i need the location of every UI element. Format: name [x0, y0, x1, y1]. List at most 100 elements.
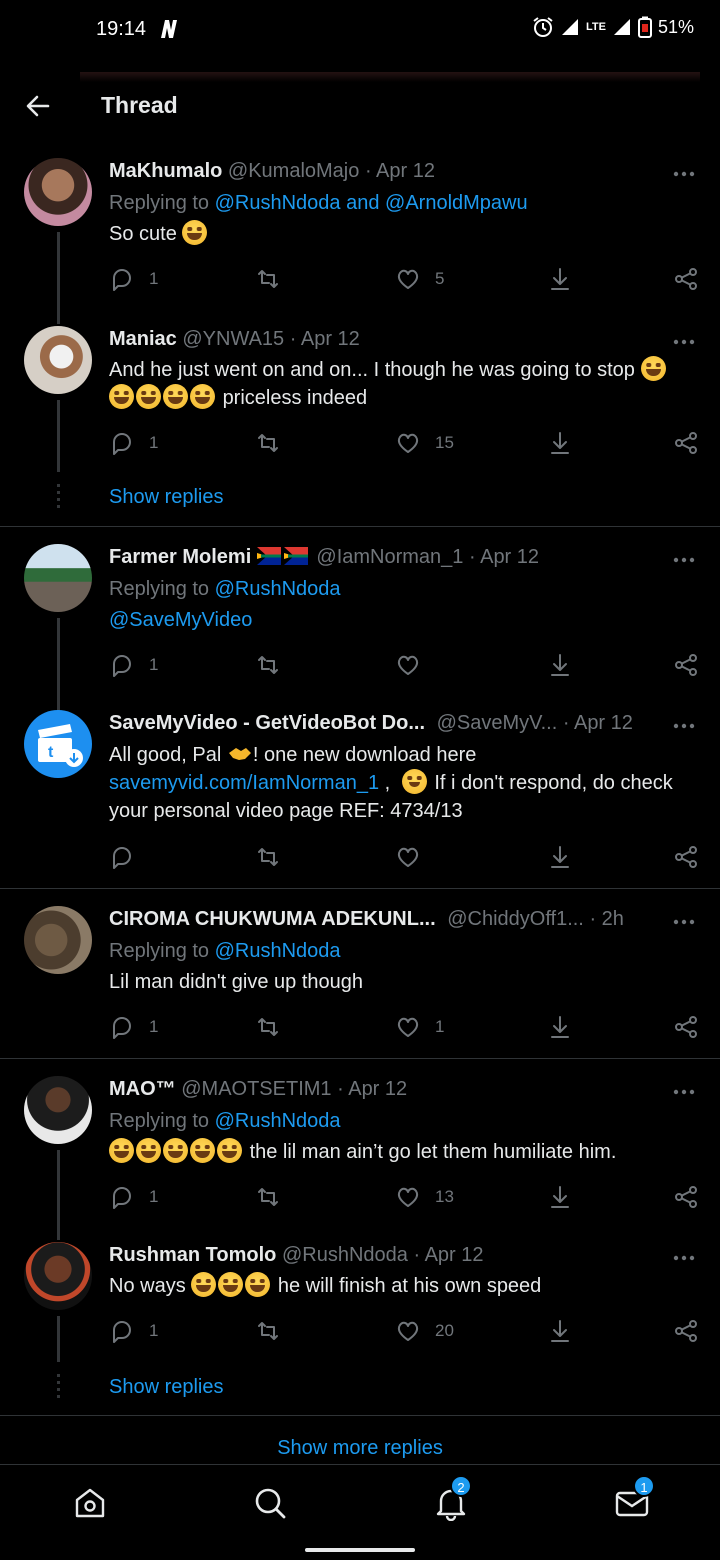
avatar[interactable]: [24, 1076, 92, 1144]
laughing-emoji-icon: [218, 1272, 244, 1297]
retweet-button[interactable]: [255, 1184, 295, 1210]
divider: [0, 1058, 720, 1059]
download-icon: [551, 846, 569, 868]
handle[interactable]: @SaveMyV...: [437, 712, 558, 734]
show-replies-link[interactable]: Show replies: [109, 486, 224, 509]
thread-dotted-connector: [57, 1374, 60, 1400]
share-button[interactable]: [673, 652, 699, 678]
more-options-icon[interactable]: [672, 918, 696, 926]
like-button[interactable]: 15: [395, 430, 454, 456]
more-options-icon[interactable]: [672, 170, 696, 178]
like-button[interactable]: [395, 652, 435, 678]
more-options-icon[interactable]: [672, 1088, 696, 1096]
like-button[interactable]: 1: [395, 1014, 444, 1040]
like-button[interactable]: 5: [395, 266, 444, 292]
display-name[interactable]: Farmer Molemi: [109, 546, 251, 568]
tweet-meta: MAO™ @MAOTSETIM1 · Apr 12: [109, 1078, 696, 1101]
reply-button[interactable]: 1: [109, 1318, 158, 1344]
reply-button[interactable]: [109, 844, 149, 870]
tweet-text-line: he will finish at his own speed: [277, 1275, 542, 1297]
retweet-button[interactable]: [255, 652, 295, 678]
header-shadow: [80, 72, 700, 82]
search-icon[interactable]: [252, 1485, 288, 1521]
show-more-replies-link[interactable]: Show more replies: [0, 1437, 720, 1460]
like-count: 13: [435, 1187, 454, 1206]
battery-percent: 51%: [657, 16, 694, 37]
handle[interactable]: @KumaloMajo: [228, 160, 359, 182]
download-icon: [551, 1186, 569, 1208]
laughing-emoji-icon: [640, 356, 666, 381]
like-button[interactable]: 20: [395, 1318, 454, 1344]
retweet-icon: [258, 434, 278, 452]
avatar[interactable]: [24, 906, 92, 974]
more-options-icon[interactable]: [672, 722, 696, 730]
video-link[interactable]: savemyvid.com/IamNorman_1: [109, 772, 379, 794]
avatar[interactable]: [24, 158, 92, 226]
display-name[interactable]: MaKhumalo: [109, 160, 222, 182]
like-button[interactable]: 13: [395, 1184, 454, 1210]
handle[interactable]: @YNWA15: [182, 328, 284, 350]
replying-to-mentions[interactable]: @RushNdoda: [215, 578, 341, 600]
share-button[interactable]: [673, 1318, 699, 1344]
reply-button[interactable]: 1: [109, 1014, 158, 1040]
download-button[interactable]: [547, 430, 573, 456]
display-name[interactable]: CIROMA CHUKWUMA ADEKUNL...: [109, 908, 436, 930]
retweet-button[interactable]: [255, 844, 295, 870]
reply-button[interactable]: 1: [109, 1184, 158, 1210]
reply-icon: [113, 433, 131, 455]
handle[interactable]: @ChiddyOff1...: [447, 908, 584, 930]
replying-prefix: Replying to: [109, 192, 210, 214]
avatar[interactable]: [24, 1242, 92, 1310]
display-name[interactable]: SaveMyVideo - GetVideoBot Do...: [109, 712, 425, 734]
retweet-button[interactable]: [255, 430, 295, 456]
avatar[interactable]: [24, 544, 92, 612]
replying-to-mentions[interactable]: @RushNdoda and @ArnoldMpawu: [215, 192, 528, 214]
retweet-button[interactable]: [255, 1014, 295, 1040]
more-options-icon[interactable]: [672, 556, 696, 564]
mention-link[interactable]: @SaveMyVideo: [109, 609, 252, 631]
reply-button[interactable]: 1: [109, 430, 158, 456]
display-name[interactable]: MAO™: [109, 1078, 176, 1100]
download-icon: [551, 432, 569, 454]
tweet-text-line: And he just went on and on... I though h…: [109, 359, 635, 381]
tweet-actions: 1 13: [109, 1184, 699, 1214]
laughing-emoji-icon: [245, 1272, 271, 1297]
share-button[interactable]: [673, 266, 699, 292]
handle[interactable]: @IamNorman_1: [316, 546, 463, 568]
gesture-home-bar[interactable]: [305, 1548, 415, 1552]
display-name[interactable]: Maniac: [109, 328, 177, 350]
replying-to-mentions[interactable]: @RushNdoda: [215, 940, 341, 962]
reply-count: 1: [149, 269, 159, 288]
handle[interactable]: @MAOTSETIM1: [181, 1078, 331, 1100]
reply-icon: [113, 847, 131, 869]
share-button[interactable]: [673, 1184, 699, 1210]
reply-icon: [113, 1017, 131, 1039]
more-options-icon[interactable]: [672, 1254, 696, 1262]
show-replies-link[interactable]: Show replies: [109, 1376, 224, 1399]
more-options-icon[interactable]: [672, 338, 696, 346]
bottom-navigation: 2 1: [0, 1464, 720, 1560]
share-icon: [675, 1320, 697, 1342]
retweet-button[interactable]: [255, 1318, 295, 1344]
reply-button[interactable]: 1: [109, 266, 158, 292]
download-button[interactable]: [547, 1318, 573, 1344]
reply-button[interactable]: 1: [109, 652, 158, 678]
avatar[interactable]: [24, 326, 92, 394]
retweet-button[interactable]: [255, 266, 295, 292]
download-button[interactable]: [547, 652, 573, 678]
download-button[interactable]: [547, 1014, 573, 1040]
home-icon[interactable]: [72, 1485, 108, 1521]
like-button[interactable]: [395, 844, 435, 870]
handle[interactable]: @RushNdoda: [282, 1244, 408, 1266]
share-button[interactable]: [673, 430, 699, 456]
divider: [0, 1415, 720, 1416]
display-name[interactable]: Rushman Tomolo: [109, 1244, 276, 1266]
back-arrow-icon[interactable]: [24, 92, 52, 120]
download-button[interactable]: [547, 844, 573, 870]
avatar[interactable]: t: [24, 710, 92, 778]
share-button[interactable]: [673, 844, 699, 870]
download-button[interactable]: [547, 266, 573, 292]
share-button[interactable]: [673, 1014, 699, 1040]
replying-to-mentions[interactable]: @RushNdoda: [215, 1110, 341, 1132]
download-button[interactable]: [547, 1184, 573, 1210]
